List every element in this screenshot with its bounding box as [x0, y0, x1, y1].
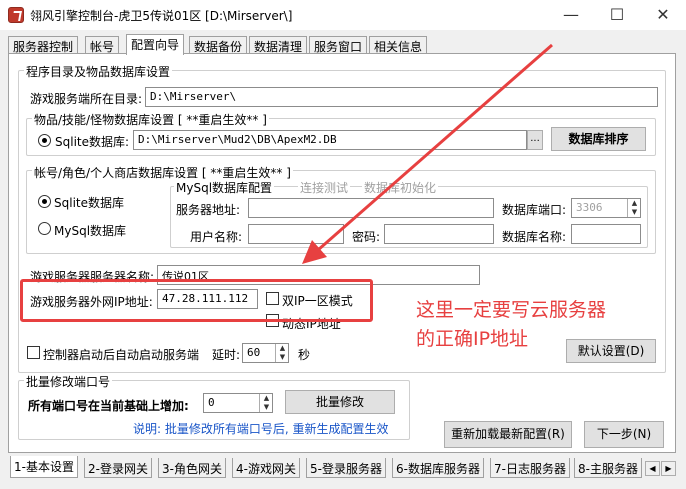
tab-role-gateway[interactable]: 3-角色网关	[158, 458, 226, 478]
annotation-line-2: 的正确IP地址	[416, 328, 529, 350]
tab-main-server[interactable]: 8-主服务器	[574, 458, 642, 478]
batch-port-spinner[interactable]: ▲ ▼	[259, 394, 273, 412]
autostart-label: 控制器启动后自动启动服务端	[43, 348, 200, 362]
bottom-tab-bar: 1-基本设置 2-登录网关 3-角色网关 4-游戏网关 5-登录服务器 6-数据…	[8, 456, 676, 478]
tab-log-server[interactable]: 7-日志服务器	[490, 458, 570, 478]
delay-unit: 秒	[298, 348, 311, 362]
reload-config-button[interactable]: 重新加载最新配置(R)	[444, 421, 572, 448]
batch-port-note: 说明: 批量修改所有端口号后, 重新生成配置生效	[133, 422, 389, 436]
tab-scroll-left-icon[interactable]: ◀	[645, 461, 660, 476]
batch-port-group-title: 批量修改端口号	[24, 373, 113, 390]
delay-label: 延时:	[212, 348, 241, 362]
tab-config-wizard[interactable]: 配置向导	[126, 34, 185, 55]
tab-db-server[interactable]: 6-数据库服务器	[392, 458, 484, 478]
batch-modify-button[interactable]: 批量修改	[285, 390, 395, 414]
tab-game-gateway[interactable]: 4-游戏网关	[232, 458, 300, 478]
batch-port-label: 所有端口号在当前基础上增加:	[28, 399, 189, 413]
tab-login-gateway[interactable]: 2-登录网关	[84, 458, 152, 478]
default-settings-button[interactable]: 默认设置(D)	[566, 339, 656, 363]
next-step-button[interactable]: 下一步(N)	[584, 421, 664, 448]
tab-login-server[interactable]: 5-登录服务器	[306, 458, 386, 478]
delay-spinner[interactable]: ▲ ▼	[275, 344, 289, 362]
tab-scroll-right-icon[interactable]: ▶	[661, 461, 676, 476]
autostart-checkbox[interactable]	[27, 346, 40, 359]
annotation-line-1: 这里一定要写云服务器	[416, 299, 607, 321]
tab-basic-settings[interactable]: 1-基本设置	[10, 456, 78, 478]
